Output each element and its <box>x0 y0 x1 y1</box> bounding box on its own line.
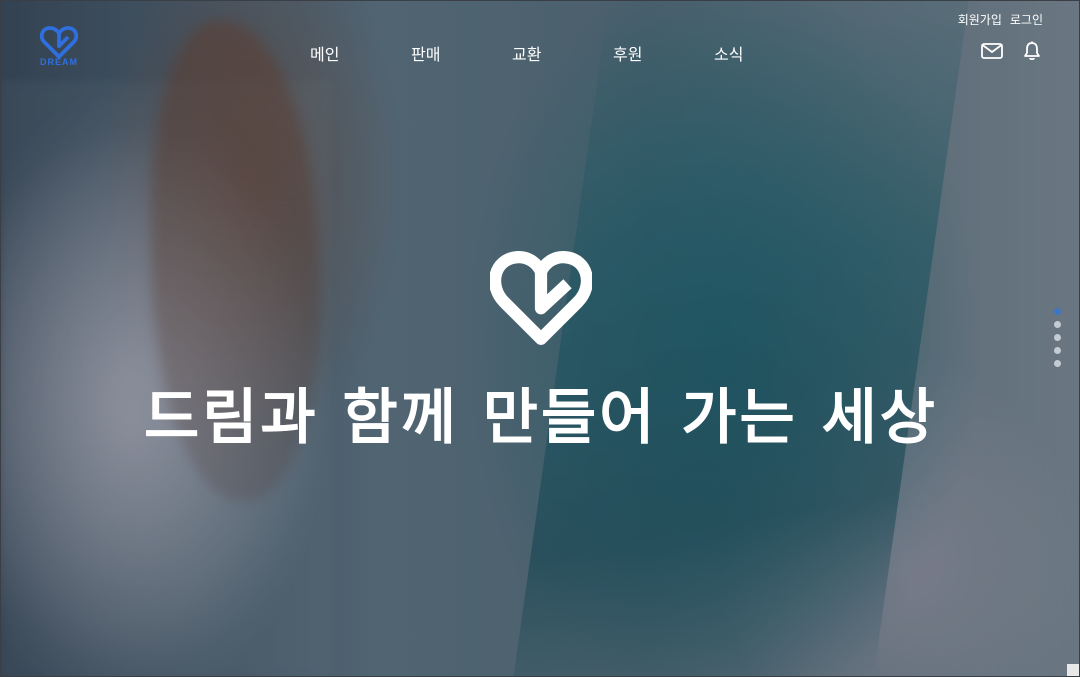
slide-pagination <box>1054 308 1061 367</box>
hero-heart-logo-icon <box>489 245 593 347</box>
nav-item-news[interactable]: 소식 <box>714 41 815 65</box>
slide-dot-5[interactable] <box>1054 360 1061 367</box>
window-resize-corner[interactable] <box>1067 664 1079 676</box>
bell-icon[interactable] <box>1023 41 1041 65</box>
login-link[interactable]: 로그인 <box>1010 11 1043 28</box>
signup-link[interactable]: 회원가입 <box>958 11 1002 28</box>
slide-dot-4[interactable] <box>1054 347 1061 354</box>
slide-dot-2[interactable] <box>1054 321 1061 328</box>
nav-item-sale[interactable]: 판매 <box>411 41 512 65</box>
mail-icon[interactable] <box>981 43 1003 63</box>
logo-text: DREAM <box>40 57 78 67</box>
nav-item-exchange[interactable]: 교환 <box>512 41 613 65</box>
header-icons <box>981 41 1041 65</box>
slide-dot-3[interactable] <box>1054 334 1061 341</box>
heart-logo-icon <box>40 26 78 59</box>
site-logo[interactable]: DREAM <box>37 25 81 71</box>
account-links: 회원가입 로그인 <box>958 11 1043 28</box>
nav-item-donation[interactable]: 후원 <box>613 41 714 65</box>
app-window: DREAM 메인 판매 교환 후원 소식 회원가입 로그인 드림과 함께 만들어… <box>0 0 1080 677</box>
main-nav: 메인 판매 교환 후원 소식 <box>310 41 815 65</box>
slide-dot-1[interactable] <box>1054 308 1061 315</box>
nav-item-main[interactable]: 메인 <box>310 41 411 65</box>
hero-headline: 드림과 함께 만들어 가는 세상 <box>144 383 938 453</box>
